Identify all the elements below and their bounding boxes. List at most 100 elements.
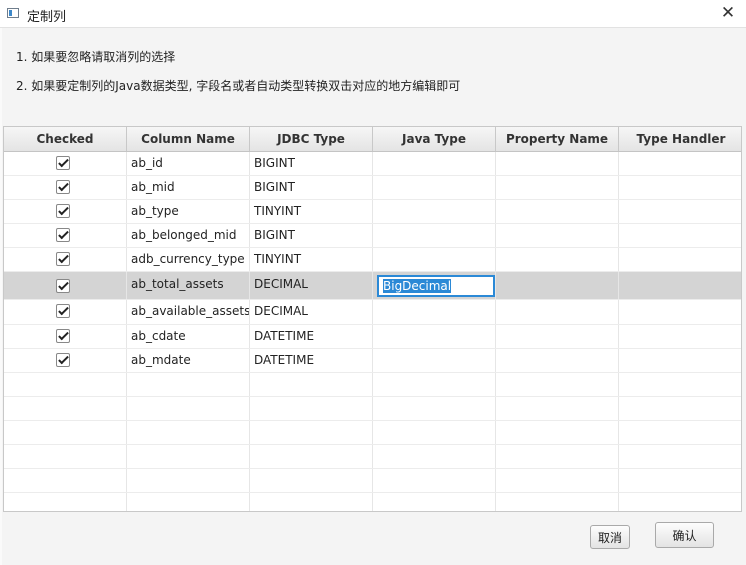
java-type-cell[interactable] bbox=[373, 469, 496, 492]
property-name-cell[interactable] bbox=[496, 248, 619, 271]
property-name-cell[interactable] bbox=[496, 397, 619, 420]
table-row[interactable]: adb_currency_type TINYINT bbox=[4, 248, 741, 272]
column-name-cell[interactable]: ab_type bbox=[127, 200, 250, 223]
empty-table-row[interactable] bbox=[4, 493, 741, 511]
type-handler-cell[interactable] bbox=[619, 445, 741, 468]
type-handler-cell[interactable] bbox=[619, 373, 741, 396]
empty-table-row[interactable] bbox=[4, 469, 741, 493]
jdbc-type-cell[interactable]: DECIMAL bbox=[250, 300, 373, 324]
row-checkbox[interactable] bbox=[56, 304, 70, 318]
jdbc-type-cell[interactable] bbox=[250, 445, 373, 468]
property-name-cell[interactable] bbox=[496, 373, 619, 396]
property-name-cell[interactable] bbox=[496, 325, 619, 348]
column-name-cell[interactable] bbox=[127, 373, 250, 396]
java-type-cell[interactable] bbox=[373, 373, 496, 396]
row-checkbox[interactable] bbox=[56, 228, 70, 242]
row-checkbox[interactable] bbox=[56, 329, 70, 343]
type-handler-cell[interactable] bbox=[619, 224, 741, 247]
column-name-cell[interactable] bbox=[127, 493, 250, 511]
jdbc-type-cell[interactable]: TINYINT bbox=[250, 200, 373, 223]
java-type-cell[interactable] bbox=[373, 325, 496, 348]
table-row[interactable]: ab_mdate DATETIME bbox=[4, 349, 741, 373]
column-name-cell[interactable]: ab_mdate bbox=[127, 349, 250, 372]
checked-cell[interactable] bbox=[4, 224, 127, 247]
type-handler-cell[interactable] bbox=[619, 493, 741, 511]
row-checkbox[interactable] bbox=[56, 252, 70, 266]
property-name-cell[interactable] bbox=[496, 152, 619, 175]
checked-cell[interactable] bbox=[4, 152, 127, 175]
java-type-cell[interactable] bbox=[373, 493, 496, 511]
java-type-cell[interactable] bbox=[373, 224, 496, 247]
empty-table-row[interactable] bbox=[4, 373, 741, 397]
checked-cell[interactable] bbox=[4, 300, 127, 324]
type-handler-cell[interactable] bbox=[619, 349, 741, 372]
row-checkbox[interactable] bbox=[56, 180, 70, 194]
java-type-cell[interactable] bbox=[373, 445, 496, 468]
java-type-cell[interactable] bbox=[373, 300, 496, 324]
property-name-cell[interactable] bbox=[496, 421, 619, 444]
java-type-cell[interactable] bbox=[373, 421, 496, 444]
column-name-cell[interactable] bbox=[127, 469, 250, 492]
column-name-cell[interactable]: ab_id bbox=[127, 152, 250, 175]
property-name-cell[interactable] bbox=[496, 469, 619, 492]
jdbc-type-cell[interactable] bbox=[250, 373, 373, 396]
checked-cell[interactable] bbox=[4, 349, 127, 372]
type-handler-cell[interactable] bbox=[619, 300, 741, 324]
header-jdbc-type[interactable]: JDBC Type bbox=[250, 127, 373, 151]
jdbc-type-cell[interactable]: DECIMAL bbox=[250, 272, 373, 299]
jdbc-type-cell[interactable] bbox=[250, 421, 373, 444]
header-property-name[interactable]: Property Name bbox=[496, 127, 619, 151]
table-row[interactable]: ab_cdate DATETIME bbox=[4, 325, 741, 349]
table-row[interactable]: ab_available_assets DECIMAL bbox=[4, 300, 741, 325]
checked-cell[interactable] bbox=[4, 325, 127, 348]
jdbc-type-cell[interactable]: BIGINT bbox=[250, 176, 373, 199]
column-name-cell[interactable]: ab_total_assets bbox=[127, 272, 250, 299]
column-name-cell[interactable] bbox=[127, 421, 250, 444]
empty-table-row[interactable] bbox=[4, 445, 741, 469]
checked-cell[interactable] bbox=[4, 493, 127, 511]
row-checkbox[interactable] bbox=[56, 204, 70, 218]
column-name-cell[interactable]: ab_available_assets bbox=[127, 300, 250, 324]
jdbc-type-cell[interactable]: DATETIME bbox=[250, 349, 373, 372]
header-checked[interactable]: Checked bbox=[4, 127, 127, 151]
property-name-cell[interactable] bbox=[496, 200, 619, 223]
property-name-cell[interactable] bbox=[496, 224, 619, 247]
type-handler-cell[interactable] bbox=[619, 272, 741, 299]
jdbc-type-cell[interactable]: BIGINT bbox=[250, 152, 373, 175]
type-handler-cell[interactable] bbox=[619, 397, 741, 420]
java-type-cell[interactable] bbox=[373, 248, 496, 271]
column-name-cell[interactable]: ab_cdate bbox=[127, 325, 250, 348]
property-name-cell[interactable] bbox=[496, 493, 619, 511]
jdbc-type-cell[interactable] bbox=[250, 397, 373, 420]
row-checkbox[interactable] bbox=[56, 156, 70, 170]
column-name-cell[interactable]: ab_mid bbox=[127, 176, 250, 199]
checked-cell[interactable] bbox=[4, 445, 127, 468]
jdbc-type-cell[interactable]: DATETIME bbox=[250, 325, 373, 348]
column-name-cell[interactable]: ab_belonged_mid bbox=[127, 224, 250, 247]
type-handler-cell[interactable] bbox=[619, 152, 741, 175]
java-type-cell[interactable] bbox=[373, 200, 496, 223]
empty-table-row[interactable] bbox=[4, 421, 741, 445]
checked-cell[interactable] bbox=[4, 469, 127, 492]
checked-cell[interactable] bbox=[4, 421, 127, 444]
checked-cell[interactable] bbox=[4, 373, 127, 396]
column-name-cell[interactable] bbox=[127, 397, 250, 420]
table-row[interactable]: ab_id BIGINT bbox=[4, 152, 741, 176]
confirm-button[interactable]: 确认 bbox=[655, 522, 714, 548]
table-row[interactable]: ab_type TINYINT bbox=[4, 200, 741, 224]
checked-cell[interactable] bbox=[4, 248, 127, 271]
jdbc-type-cell[interactable] bbox=[250, 469, 373, 492]
type-handler-cell[interactable] bbox=[619, 176, 741, 199]
java-type-edit-input[interactable]: BigDecimal bbox=[377, 275, 495, 297]
jdbc-type-cell[interactable] bbox=[250, 493, 373, 511]
property-name-cell[interactable] bbox=[496, 300, 619, 324]
jdbc-type-cell[interactable]: BIGINT bbox=[250, 224, 373, 247]
property-name-cell[interactable] bbox=[496, 445, 619, 468]
jdbc-type-cell[interactable]: TINYINT bbox=[250, 248, 373, 271]
java-type-cell[interactable] bbox=[373, 349, 496, 372]
row-checkbox[interactable] bbox=[56, 353, 70, 367]
property-name-cell[interactable] bbox=[496, 349, 619, 372]
cancel-button[interactable]: 取消 bbox=[590, 525, 630, 549]
type-handler-cell[interactable] bbox=[619, 421, 741, 444]
type-handler-cell[interactable] bbox=[619, 325, 741, 348]
